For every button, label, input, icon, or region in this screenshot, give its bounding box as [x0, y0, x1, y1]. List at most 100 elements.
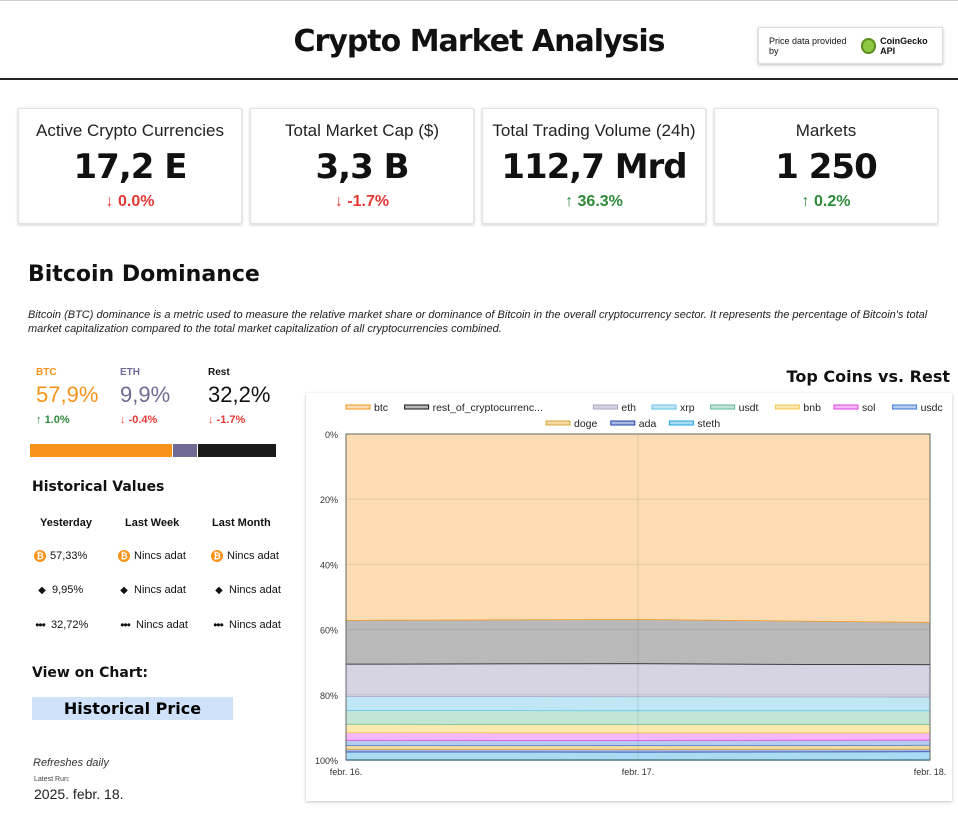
legend-label: rest_of_cryptocurrenc... [433, 402, 543, 414]
ethereum-icon: ◆ [38, 584, 46, 596]
legend-swatch [610, 420, 636, 426]
historical-cell: ◆ 9,95% [36, 584, 83, 596]
kpi-card-trading-volume: Total Trading Volume (24h) 112,7 Mrd ↑ 3… [482, 108, 706, 224]
kpi-card-active-currencies: Active Crypto Currencies 17,2 E ↓ 0.0% [18, 108, 242, 224]
kpi-change: ↑ 0.2% [801, 193, 851, 210]
dominance-bar-btc [30, 444, 173, 457]
legend-swatch [710, 404, 736, 410]
y-tick-label: 0% [325, 430, 338, 440]
legend-label: doge [574, 418, 598, 430]
legend-label: ada [639, 418, 657, 430]
legend-label: btc [374, 402, 388, 414]
historical-header-yesterday: Yesterday [40, 517, 92, 529]
dominance-btc: BTC 57,9% ↑ 1.0% [36, 367, 98, 426]
refresh-note: Refreshes daily [33, 757, 109, 769]
legend-label: eth [621, 402, 636, 414]
provider-brand: CoinGecko API [880, 35, 928, 56]
legend-label: xrp [680, 402, 695, 414]
dominance-label: BTC [36, 367, 57, 378]
arrow-up-icon: ↑ [801, 193, 810, 210]
legend-swatch [668, 420, 694, 426]
ethereum-icon: ◆ [120, 584, 128, 596]
dominance-value: 57,9% [36, 382, 99, 407]
dominance-eth: ETH 9,9% ↓ -0.4% [120, 367, 170, 426]
dominance-label: Rest [208, 367, 230, 378]
last-run-date: 2025. febr. 18. [34, 786, 124, 802]
last-run-label: Latest Run: [34, 776, 70, 783]
kpi-label: Active Crypto Currencies [35, 121, 224, 140]
historical-cell: ₿ 57,33% [34, 550, 87, 562]
legend-swatch [345, 404, 371, 410]
chart-card: 0% 20% 40% 60% 80% 100% febr. 16. febr. 17. febr… [306, 393, 952, 801]
legend-label: bnb [803, 402, 821, 414]
x-tick-label: febr. 17. [622, 767, 655, 777]
historical-price-button[interactable]: Historical Price [32, 697, 233, 720]
legend-label: sol [862, 402, 875, 414]
bitcoin-icon: ₿ [34, 550, 46, 562]
legend-swatch [892, 404, 918, 410]
legend-swatch [774, 404, 800, 410]
legend-swatch [651, 404, 677, 410]
kpi-value: 1 250 [775, 147, 877, 187]
historical-header-last-week: Last Week [125, 517, 180, 529]
legend-label: usdt [739, 402, 759, 414]
provider-prefix: Price data provided by [769, 35, 847, 56]
kpi-change: ↓ 0.0% [105, 193, 155, 210]
dots-icon: ••• [120, 618, 131, 632]
legend-label: usdc [921, 402, 943, 414]
coingecko-logo-icon [860, 37, 877, 54]
historical-cell: ◆ Nincs adat [118, 584, 186, 596]
arrow-up-icon: ↑ [36, 414, 42, 426]
kpi-change: ↓ -1.7% [334, 193, 390, 210]
kpi-value: 3,3 B [315, 147, 410, 187]
historical-cell: ••• 32,72% [33, 618, 88, 632]
ethereum-icon: ◆ [215, 584, 223, 596]
dominance-value: 9,9% [120, 382, 171, 407]
top-border [0, 0, 958, 4]
dominance-description: Bitcoin (BTC) dominance is a metric used… [28, 309, 928, 335]
legend-label: steth [697, 418, 720, 430]
y-tick-label: 100% [315, 756, 338, 766]
dominance-bar [30, 444, 276, 457]
x-tick-label: febr. 16. [330, 767, 363, 777]
dominance-bar-eth [172, 444, 197, 457]
dominance-bar-rest [196, 444, 276, 457]
provider-badge[interactable]: Price data provided by CoinGecko API [758, 27, 943, 64]
dots-icon: ••• [35, 618, 46, 632]
y-tick-label: 60% [320, 626, 338, 636]
kpi-change: ↑ 36.3% [565, 193, 623, 210]
chart-title: Top Coins vs. Rest [786, 367, 950, 386]
arrow-down-icon: ↓ [208, 414, 214, 426]
kpi-label: Markets [795, 121, 857, 140]
section-title-dominance: Bitcoin Dominance [28, 262, 260, 287]
bitcoin-icon: ₿ [118, 550, 130, 562]
dominance-change: ↓ -1.7% [208, 414, 246, 426]
kpi-value: 17,2 E [73, 147, 188, 187]
legend-swatch [545, 420, 571, 426]
historical-cell: ₿ Nincs adat [118, 550, 186, 562]
legend-swatch [592, 404, 618, 410]
dots-icon: ••• [213, 618, 224, 632]
dominance-change: ↓ -0.4% [120, 414, 158, 426]
view-on-chart-title: View on Chart: [32, 665, 149, 681]
arrow-up-icon: ↑ [565, 193, 574, 210]
arrow-down-icon: ↓ [334, 193, 343, 210]
dominance-rest: Rest 32,2% ↓ -1.7% [208, 367, 270, 426]
dominance-change: ↑ 1.0% [36, 414, 70, 426]
y-tick-label: 20% [320, 495, 338, 505]
kpi-card-markets: Markets 1 250 ↑ 0.2% [714, 108, 938, 224]
legend-swatch [404, 404, 430, 410]
historical-cell: ₿ Nincs adat [211, 550, 279, 562]
kpi-label: Total Market Cap ($) [285, 121, 439, 140]
arrow-down-icon: ↓ [105, 193, 114, 210]
stacked-area-chart: 0% 20% 40% 60% 80% 100%febr. 16. febr. 17. febr… [315, 402, 946, 777]
kpi-label: Total Trading Volume (24h) [492, 121, 696, 140]
kpi-value: 112,7 Mrd [501, 147, 687, 187]
header-divider [0, 78, 958, 80]
historical-header-last-month: Last Month [212, 517, 271, 529]
bitcoin-icon: ₿ [211, 550, 223, 562]
legend-swatch [833, 404, 859, 410]
historical-title: Historical Values [32, 479, 165, 495]
historical-cell: ◆ Nincs adat [213, 584, 281, 596]
historical-cell: ••• Nincs adat [211, 618, 281, 632]
